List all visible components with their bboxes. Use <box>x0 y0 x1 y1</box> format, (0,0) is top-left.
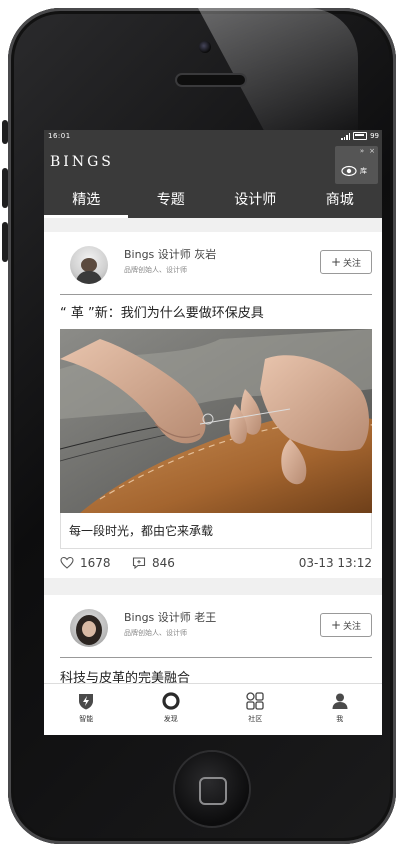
widget-library-button[interactable]: 库 <box>341 165 367 177</box>
article-caption: 每一段时光，都由它来承载 <box>69 524 214 538</box>
battery-level: 99 <box>370 132 379 140</box>
article-card[interactable]: Bings 设计师 老王 品牌创始人、设计师 + 关注 科技与皮革的完美融合 <box>44 595 382 683</box>
earpiece-speaker <box>177 75 245 85</box>
article-title[interactable]: “ 革 ”新：我们为什么要做环保皮具 <box>60 302 264 321</box>
avatar-face <box>82 621 96 637</box>
nav-item-discover[interactable]: 发现 <box>129 684 214 735</box>
status-time: 16:01 <box>48 132 71 140</box>
brand-logo: BINGS <box>50 154 114 170</box>
eye-icon <box>341 165 357 177</box>
tab-label: 设计师 <box>234 192 277 208</box>
shield-bolt-icon <box>79 694 94 710</box>
leather-stitching-illustration <box>60 329 372 513</box>
plus-icon: + <box>330 255 342 269</box>
widget-minimize-icon[interactable]: » <box>360 147 364 155</box>
mute-switch <box>2 120 8 144</box>
author-name[interactable]: Bings 设计师 灰岩 <box>124 246 216 262</box>
nav-item-community[interactable]: 社区 <box>213 684 298 735</box>
article-feed[interactable]: Bings 设计师 灰岩 品牌创始人、设计师 + 关注 “ 革 ”新：我们为什么… <box>44 218 382 683</box>
tab-label: 商城 <box>325 192 354 208</box>
volume-down-button <box>2 222 8 262</box>
follow-label: 关注 <box>343 621 362 632</box>
status-indicators: 99 <box>341 132 379 140</box>
tab-designers[interactable]: 设计师 <box>213 186 298 218</box>
discover-ring-icon <box>162 692 180 710</box>
tab-label: 专题 <box>156 192 185 208</box>
article-card[interactable]: Bings 设计师 灰岩 品牌创始人、设计师 + 关注 “ 革 ”新：我们为什么… <box>44 232 382 578</box>
comment-count: 846 <box>152 556 175 570</box>
tab-topics[interactable]: 专题 <box>129 186 214 218</box>
heart-icon <box>60 556 74 569</box>
author-row: Bings 设计师 灰岩 品牌创始人、设计师 + 关注 <box>60 242 372 286</box>
front-camera <box>199 41 211 53</box>
author-subtitle: 品牌创始人、设计师 <box>124 629 187 637</box>
battery-icon <box>353 132 368 140</box>
nav-item-smart[interactable]: 智能 <box>44 684 129 735</box>
follow-label: 关注 <box>343 258 362 269</box>
tab-label: 精选 <box>72 192 101 208</box>
widget-controls: » × <box>360 147 375 155</box>
article-stats: 1678 846 03-13 13:12 <box>60 556 372 576</box>
top-tab-bar: 精选 专题 设计师 商城 <box>44 186 382 218</box>
status-bar: 16:01 99 <box>44 130 382 144</box>
follow-button[interactable]: + 关注 <box>320 250 372 274</box>
app-screen: 16:01 99 BINGS » × 库 精选 专题 设计师 商城 Bings … <box>44 130 382 735</box>
comment-button[interactable]: 846 <box>132 556 175 570</box>
tab-shop[interactable]: 商城 <box>298 186 383 218</box>
phone-gloss <box>198 8 358 138</box>
home-button-icon <box>199 777 227 805</box>
plus-icon: + <box>330 618 342 632</box>
author-avatar[interactable] <box>70 246 108 284</box>
widget-label: 库 <box>360 167 367 175</box>
bottom-nav-bar: 智能 发现 社区 我 <box>44 683 382 735</box>
author-name[interactable]: Bings 设计师 老王 <box>124 609 216 625</box>
article-cover-image[interactable] <box>60 329 372 513</box>
avatar-face <box>81 258 97 272</box>
author-divider <box>60 294 372 295</box>
like-button[interactable]: 1678 <box>60 556 111 570</box>
nav-item-me[interactable]: 我 <box>298 684 383 735</box>
widget-close-icon[interactable]: × <box>369 147 375 155</box>
article-title[interactable]: 科技与皮革的完美融合 <box>60 667 190 683</box>
signal-icon <box>341 132 351 140</box>
user-icon <box>332 693 348 709</box>
author-avatar[interactable] <box>70 609 108 647</box>
author-row: Bings 设计师 老王 品牌创始人、设计师 + 关注 <box>60 605 372 649</box>
floating-library-widget[interactable]: » × 库 <box>335 146 378 184</box>
community-grid-icon <box>246 692 264 710</box>
caption-box: 每一段时光，都由它来承载 <box>60 513 372 549</box>
nav-label: 发现 <box>163 715 178 723</box>
like-count: 1678 <box>80 556 111 570</box>
device-mockup: 16:01 99 BINGS » × 库 精选 专题 设计师 商城 Bings … <box>0 0 406 853</box>
nav-label: 社区 <box>248 715 263 723</box>
author-subtitle: 品牌创始人、设计师 <box>124 266 187 274</box>
nav-label: 我 <box>336 715 344 723</box>
volume-up-button <box>2 168 8 208</box>
avatar-body <box>76 271 102 284</box>
comment-icon <box>132 557 146 570</box>
tab-featured[interactable]: 精选 <box>44 186 129 218</box>
app-header: 16:01 99 BINGS » × 库 精选 专题 设计师 商城 <box>44 130 382 218</box>
follow-button[interactable]: + 关注 <box>320 613 372 637</box>
author-divider <box>60 657 372 658</box>
nav-label: 智能 <box>79 715 94 723</box>
post-timestamp: 03-13 13:12 <box>298 556 372 570</box>
